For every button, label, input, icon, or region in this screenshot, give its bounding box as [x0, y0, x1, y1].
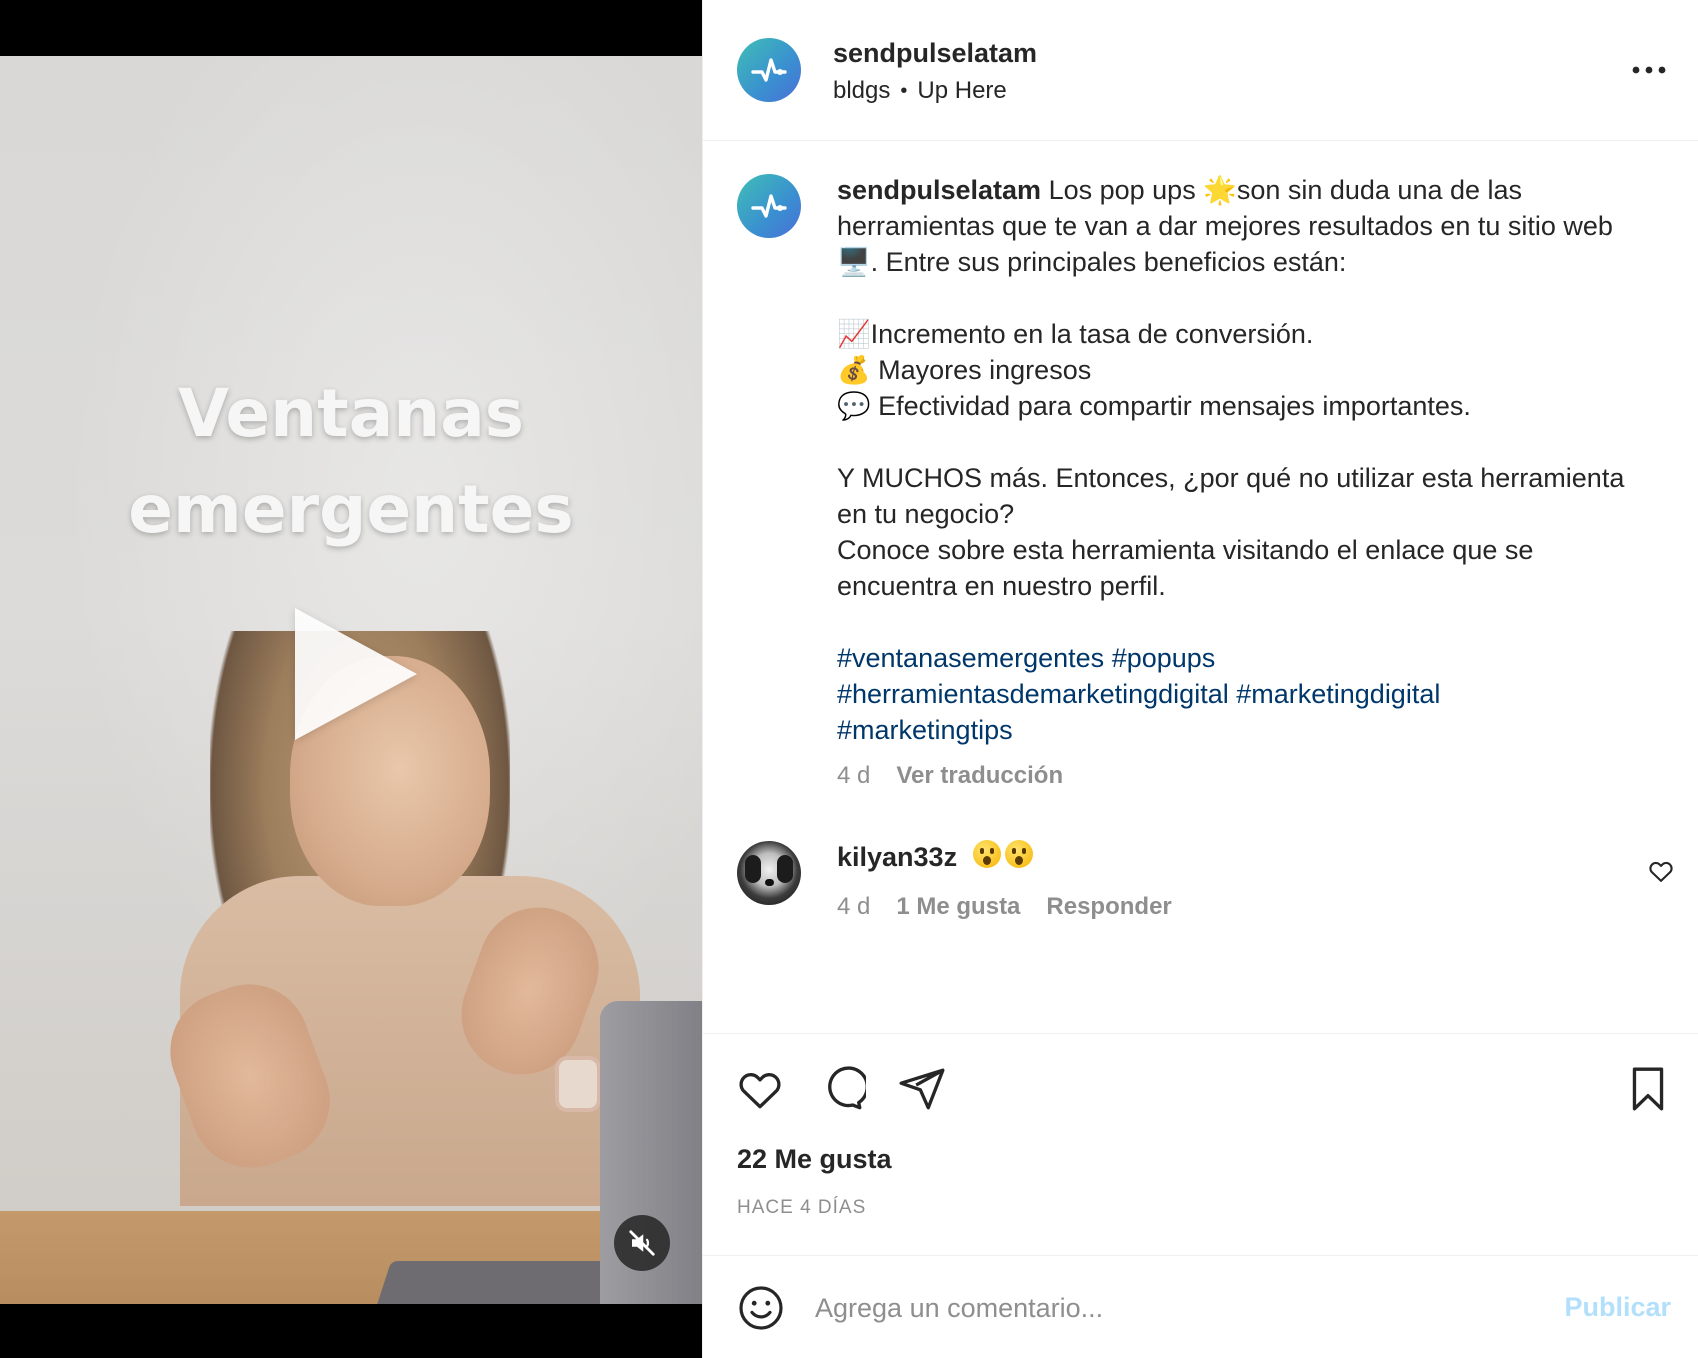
hashtag-link[interactable]: #herramientasdemarketingdigital — [837, 679, 1229, 709]
comment-age[interactable]: 4 d — [837, 893, 870, 921]
surprised-emoji-icon — [973, 840, 1001, 868]
hashtag-link[interactable]: #popups — [1112, 643, 1216, 673]
video-overlay-line1: Ventanas — [177, 375, 525, 452]
speaker-muted-icon — [629, 1230, 655, 1256]
caption-avatar[interactable] — [737, 174, 801, 238]
post-actions: 22 Me gusta HACE 4 DÍAS — [703, 1033, 1698, 1255]
avatar-dog-ear — [745, 855, 761, 883]
add-comment-bar: Publicar — [703, 1255, 1698, 1358]
mute-button[interactable] — [614, 1215, 670, 1271]
post-date: HACE 4 DÍAS — [737, 1197, 867, 1218]
comment-input[interactable] — [815, 1282, 1515, 1334]
pulse-logo-icon — [751, 58, 787, 82]
publish-button[interactable]: Publicar — [1564, 1292, 1671, 1323]
header-username[interactable]: sendpulselatam — [833, 38, 1037, 69]
like-heart-icon[interactable] — [735, 1064, 785, 1114]
pulse-logo-icon — [751, 194, 787, 218]
profile-avatar[interactable] — [737, 38, 801, 102]
commenter-avatar[interactable] — [737, 841, 801, 905]
caption-hashtags: #ventanasemergentes #popups #herramienta… — [837, 640, 1637, 748]
comment-meta: 4 d 1 Me gusta Responder — [837, 893, 1172, 921]
play-icon[interactable] — [295, 608, 417, 740]
post-panel: sendpulselatam bldgs • Up Here sendpulse… — [702, 0, 1698, 1358]
avatar-dog-ear — [777, 855, 793, 883]
video-watch — [555, 1056, 601, 1112]
bookmark-icon[interactable] — [1623, 1064, 1673, 1114]
surprised-emoji-icon — [1005, 840, 1033, 868]
post-header: sendpulselatam bldgs • Up Here — [703, 0, 1698, 141]
comment-text — [973, 840, 1033, 868]
more-options-icon[interactable] — [1629, 55, 1669, 85]
comments-section[interactable]: sendpulselatam Los pop ups 🌟son sin duda… — [703, 142, 1698, 1032]
audio-title[interactable]: Up Here — [917, 77, 1006, 105]
audio-artist[interactable]: bldgs — [833, 77, 890, 105]
media-panel: Ventanas emergentes — [0, 0, 702, 1358]
smiley-emoji-icon[interactable] — [737, 1284, 785, 1332]
header-audio-info[interactable]: bldgs • Up Here — [833, 77, 1007, 105]
avatar-dog-nose — [765, 879, 774, 886]
translate-link[interactable]: Ver traducción — [896, 762, 1063, 790]
hashtag-link[interactable]: #marketingtips — [837, 715, 1013, 745]
comment-likes[interactable]: 1 Me gusta — [896, 893, 1020, 921]
video-overlay-text: Ventanas emergentes — [0, 366, 702, 558]
hashtag-link[interactable]: #ventanasemergentes — [837, 643, 1104, 673]
caption-username[interactable]: sendpulselatam — [837, 175, 1041, 205]
comment-heart-icon[interactable] — [1647, 857, 1675, 885]
hashtag-link[interactable]: #marketingdigital — [1236, 679, 1440, 709]
caption-meta: 4 d Ver traducción — [837, 762, 1063, 790]
likes-count[interactable]: 22 Me gusta — [737, 1144, 892, 1175]
caption-age[interactable]: 4 d — [837, 762, 870, 790]
comment-bubble-icon[interactable] — [816, 1064, 869, 1114]
share-send-icon[interactable] — [897, 1064, 947, 1114]
commenter-username[interactable]: kilyan33z — [837, 842, 957, 873]
caption-text: Los pop ups 🌟son sin duda una de las her… — [837, 175, 1625, 601]
separator-dot: • — [900, 79, 908, 102]
post-caption: sendpulselatam Los pop ups 🌟son sin duda… — [837, 172, 1637, 604]
video-overlay-line2: emergentes — [128, 471, 574, 548]
reply-button[interactable]: Responder — [1046, 893, 1171, 921]
